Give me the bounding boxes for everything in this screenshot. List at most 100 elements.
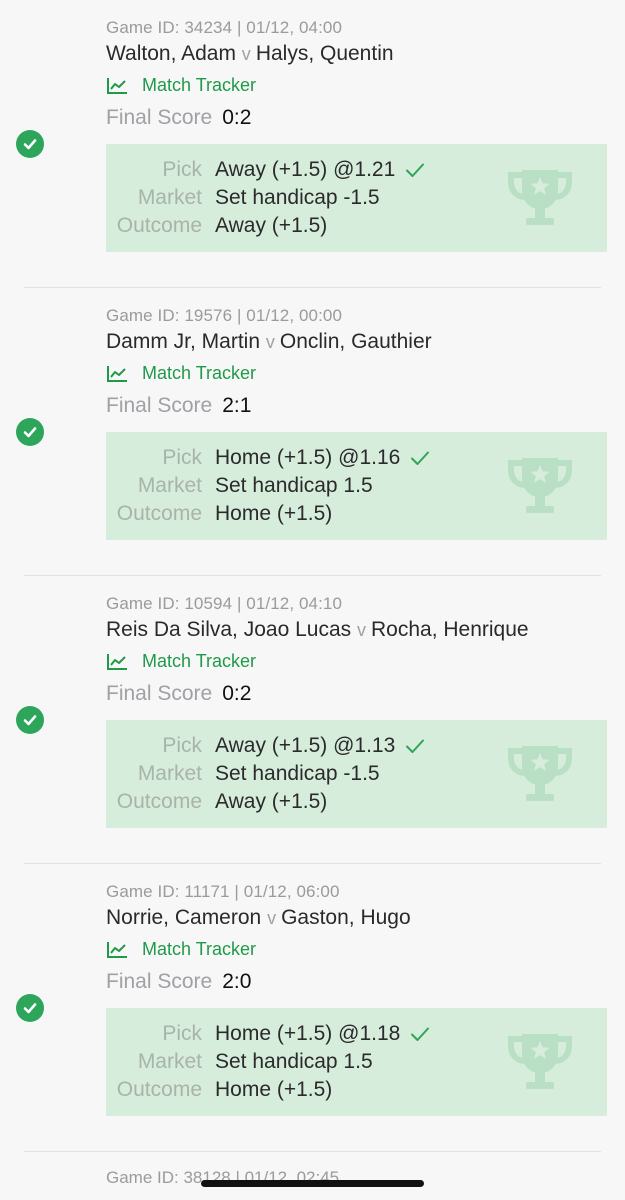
- market-row: Market Set handicap -1.5: [106, 760, 380, 788]
- outcome-label: Outcome: [116, 790, 202, 813]
- market-value: Set handicap 1.5: [215, 474, 373, 497]
- bet-meta: Game ID: 11171 | 01/12, 06:00: [106, 882, 340, 901]
- bet-item[interactable]: Game ID: 10594 | 01/12, 04:10 Reis Da Si…: [0, 576, 625, 864]
- pick-label: Pick: [162, 1022, 202, 1045]
- final-score-value: 0:2: [222, 106, 252, 129]
- pick-row: Pick Home (+1.5) @1.16: [106, 444, 430, 472]
- market-row: Market Set handicap 1.5: [106, 1048, 373, 1076]
- bet-item[interactable]: Game ID: 19576 | 01/12, 00:00 Damm Jr, M…: [0, 288, 625, 576]
- pick-card: Pick Home (+1.5) @1.18 Market Set handic…: [106, 1008, 607, 1116]
- outcome-row: Outcome Away (+1.5): [106, 212, 327, 240]
- match-tracker-label: Match Tracker: [142, 651, 257, 671]
- final-score-value: 2:0: [222, 970, 252, 993]
- pick-label: Pick: [162, 446, 202, 469]
- market-row: Market Set handicap -1.5: [106, 184, 380, 212]
- market-label: Market: [137, 762, 202, 785]
- match-teams: Reis Da Silva, Joao Lucas v Rocha, Henri…: [106, 618, 529, 642]
- home-team: Walton, Adam: [106, 42, 236, 65]
- pick-value: Home (+1.5) @1.18: [215, 1022, 401, 1045]
- match-tracker-label: Match Tracker: [142, 939, 257, 959]
- divider: [24, 1151, 601, 1152]
- chart-line-icon: [107, 77, 127, 94]
- pick-row: Pick Away (+1.5) @1.21: [106, 156, 425, 184]
- bet-item[interactable]: Game ID: 34234 | 01/12, 04:00 Walton, Ad…: [0, 0, 625, 288]
- final-score: Final Score 2:0: [106, 970, 251, 994]
- match-tracker-link[interactable]: Match Tracker: [106, 651, 256, 672]
- bet-meta: Game ID: 34234 | 01/12, 04:00: [106, 18, 343, 37]
- market-value: Set handicap -1.5: [215, 762, 380, 785]
- pick-value: Away (+1.5) @1.21: [215, 158, 396, 181]
- check-circle-icon: [16, 130, 44, 158]
- market-value: Set handicap -1.5: [215, 186, 380, 209]
- home-indicator[interactable]: [201, 1180, 424, 1187]
- versus-label: v: [241, 44, 256, 64]
- pick-card: Pick Home (+1.5) @1.16 Market Set handic…: [106, 432, 607, 540]
- bet-meta: Game ID: 10594 | 01/12, 04:10: [106, 594, 343, 613]
- bet-item[interactable]: Game ID: 11171 | 01/12, 06:00 Norrie, Ca…: [0, 864, 625, 1152]
- away-team: Halys, Quentin: [255, 42, 394, 65]
- away-team: Rocha, Henrique: [370, 618, 529, 641]
- check-icon: [411, 451, 430, 465]
- outcome-value: Away (+1.5): [215, 214, 328, 237]
- final-score-value: 2:1: [222, 394, 252, 417]
- match-tracker-label: Match Tracker: [142, 363, 257, 383]
- outcome-label: Outcome: [116, 1078, 202, 1101]
- outcome-label: Outcome: [116, 214, 202, 237]
- check-circle-icon: [16, 994, 44, 1022]
- chart-line-icon: [107, 653, 127, 670]
- home-team: Damm Jr, Martin: [106, 330, 261, 353]
- trophy-icon: [508, 1034, 572, 1089]
- final-score: Final Score 2:1: [106, 394, 251, 418]
- final-score: Final Score 0:2: [106, 106, 251, 130]
- outcome-label: Outcome: [116, 502, 202, 525]
- away-team: Onclin, Gauthier: [279, 330, 432, 353]
- match-teams: Norrie, Cameron v Gaston, Hugo: [106, 906, 411, 930]
- market-value: Set handicap 1.5: [215, 1050, 373, 1073]
- check-circle-icon: [16, 706, 44, 734]
- check-icon: [406, 163, 425, 177]
- final-score-label: Final Score: [106, 970, 213, 993]
- pick-label: Pick: [162, 734, 202, 757]
- chart-line-icon: [107, 365, 127, 382]
- pick-label: Pick: [162, 158, 202, 181]
- versus-label: v: [265, 332, 280, 352]
- trophy-icon: [508, 458, 572, 513]
- match-tracker-link[interactable]: Match Tracker: [106, 363, 256, 384]
- pick-row: Pick Away (+1.5) @1.13: [106, 732, 425, 760]
- trophy-icon: [508, 170, 572, 225]
- home-team: Norrie, Cameron: [106, 906, 262, 929]
- chart-line-icon: [107, 941, 127, 958]
- outcome-value: Away (+1.5): [215, 790, 328, 813]
- trophy-icon: [508, 746, 572, 801]
- outcome-value: Home (+1.5): [215, 1078, 333, 1101]
- outcome-row: Outcome Away (+1.5): [106, 788, 327, 816]
- market-label: Market: [137, 1050, 202, 1073]
- pick-card: Pick Away (+1.5) @1.13 Market Set handic…: [106, 720, 607, 828]
- market-label: Market: [137, 186, 202, 209]
- check-circle-icon: [16, 418, 44, 446]
- pick-row: Pick Home (+1.5) @1.18: [106, 1020, 430, 1048]
- final-score: Final Score 0:2: [106, 682, 251, 706]
- match-tracker-link[interactable]: Match Tracker: [106, 75, 256, 96]
- pick-value: Home (+1.5) @1.16: [215, 446, 401, 469]
- final-score-label: Final Score: [106, 106, 213, 129]
- bet-meta: Game ID: 19576 | 01/12, 00:00: [106, 306, 343, 325]
- match-tracker-label: Match Tracker: [142, 75, 257, 95]
- match-teams: Walton, Adam v Halys, Quentin: [106, 42, 394, 66]
- match-teams: Damm Jr, Martin v Onclin, Gauthier: [106, 330, 432, 354]
- check-icon: [411, 1027, 430, 1041]
- final-score-label: Final Score: [106, 682, 213, 705]
- away-team: Gaston, Hugo: [281, 906, 411, 929]
- check-icon: [406, 739, 425, 753]
- versus-label: v: [267, 908, 282, 928]
- outcome-value: Home (+1.5): [215, 502, 333, 525]
- versus-label: v: [356, 620, 371, 640]
- final-score-value: 0:2: [222, 682, 252, 705]
- market-label: Market: [137, 474, 202, 497]
- pick-card: Pick Away (+1.5) @1.21 Market Set handic…: [106, 144, 607, 252]
- match-tracker-link[interactable]: Match Tracker: [106, 939, 256, 960]
- final-score-label: Final Score: [106, 394, 213, 417]
- pick-value: Away (+1.5) @1.13: [215, 734, 396, 757]
- outcome-row: Outcome Home (+1.5): [106, 1076, 333, 1104]
- home-team: Reis Da Silva, Joao Lucas: [106, 618, 352, 641]
